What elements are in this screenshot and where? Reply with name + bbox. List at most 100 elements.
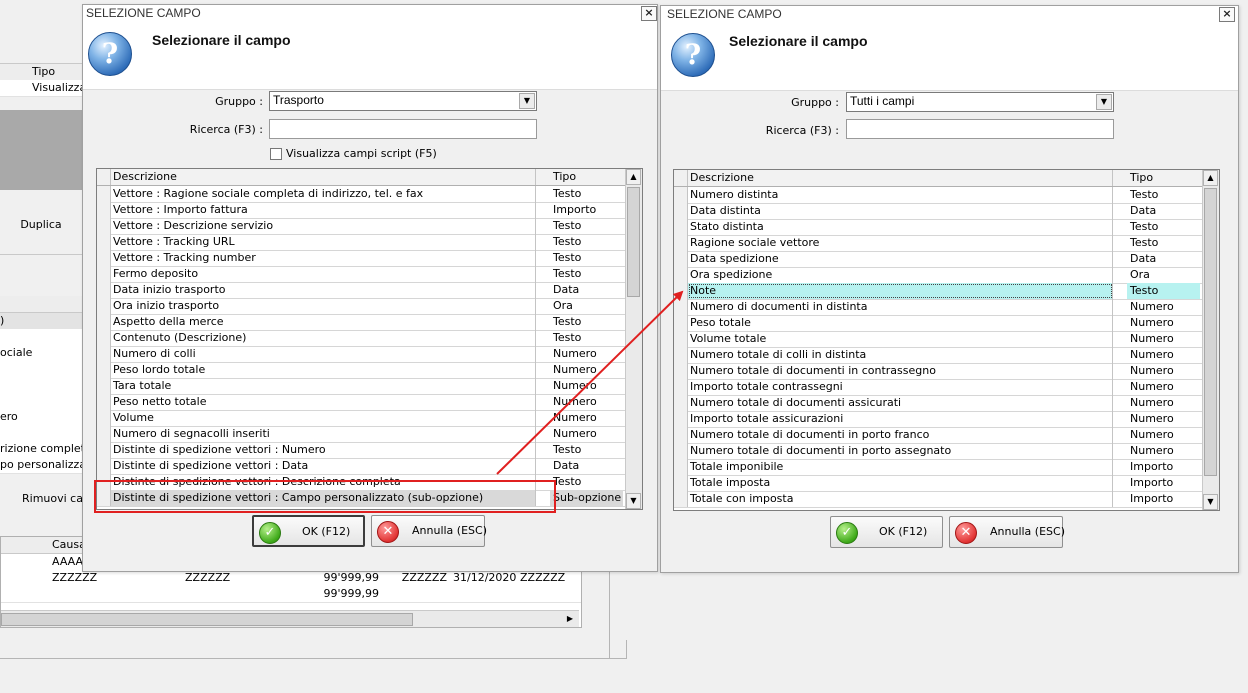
bg-list-row[interactable]: ero — [0, 409, 82, 426]
bg-list-row[interactable] — [0, 377, 82, 394]
table-row[interactable]: Volume totale Numero — [674, 331, 1202, 348]
table-row[interactable]: Data inizio trasporto Data — [97, 282, 625, 299]
cancel-button[interactable]: ✕ Annulla (ESC) — [949, 516, 1065, 548]
row-tipo: Numero — [1130, 316, 1174, 329]
scroll-down-icon[interactable]: ▼ — [1203, 494, 1218, 510]
row-descrizione: Vettore : Ragione sociale completa di in… — [111, 186, 536, 202]
scroll-down-icon[interactable]: ▼ — [626, 493, 641, 509]
table-row[interactable]: Vettore : Ragione sociale completa di in… — [97, 186, 625, 203]
column-header-descrizione[interactable]: Descrizione — [688, 170, 1113, 186]
dialog-header-text: Selezionare il campo — [729, 33, 868, 49]
close-icon[interactable]: × — [1219, 7, 1235, 22]
bg-list-row[interactable] — [0, 361, 82, 378]
bg-list-header — [0, 296, 82, 313]
vertical-scrollbar[interactable]: ▲ ▼ — [1202, 170, 1219, 510]
close-icon[interactable]: × — [641, 6, 657, 21]
table-row[interactable]: Volume Numero — [97, 410, 625, 427]
duplica-button[interactable]: Duplica — [0, 218, 82, 231]
table-row[interactable]: Peso totale Numero — [674, 315, 1202, 332]
row-tipo: Ora — [1130, 268, 1150, 281]
table-row[interactable]: Ora spedizione Ora — [674, 267, 1202, 284]
table-row[interactable]: Numero di documenti in distinta Numero — [674, 299, 1202, 316]
scrollbar-thumb[interactable] — [1204, 188, 1217, 476]
table-row[interactable]: Stato distinta Testo — [674, 219, 1202, 236]
table-row[interactable]: Numero totale di documenti in porto fran… — [674, 427, 1202, 444]
table-row[interactable]: Numero di colli Numero — [97, 346, 625, 363]
table-row[interactable]: Tara totale Numero — [97, 378, 625, 395]
table-row[interactable]: Numero totale di documenti in contrasseg… — [674, 363, 1202, 380]
bg-grid-hscroll-thumb[interactable] — [1, 613, 413, 626]
chevron-down-icon[interactable]: ▼ — [1096, 94, 1112, 110]
table-row[interactable]: Numero totale di documenti assicurati Num… — [674, 395, 1202, 412]
gruppo-label: Gruppo : — [791, 96, 839, 109]
table-row[interactable]: Vettore : Tracking URL Testo — [97, 234, 625, 251]
bg-list-row[interactable] — [0, 329, 82, 346]
ricerca-input[interactable] — [269, 119, 537, 139]
table-row[interactable]: Vettore : Importo fattura Importo — [97, 202, 625, 219]
table-row[interactable]: Contenuto (Descrizione) Testo — [97, 330, 625, 347]
column-header-tipo[interactable]: Tipo — [1127, 170, 1200, 186]
ok-button[interactable]: ✓ OK (F12) — [830, 516, 943, 548]
bg-list-row[interactable]: ) — [0, 313, 82, 330]
chevron-down-icon[interactable]: ▼ — [519, 93, 535, 109]
table-row[interactable]: Aspetto della merce Testo — [97, 314, 625, 331]
table-row[interactable]: Vettore : Tracking number Testo — [97, 250, 625, 267]
row-descrizione: Data spedizione — [688, 251, 1113, 267]
table-row[interactable]: Totale con imposta Importo — [674, 491, 1202, 508]
table-row[interactable]: Numero di segnacolli inseriti Numero — [97, 426, 625, 443]
gruppo-select[interactable]: Tutti i campi ▼ — [846, 92, 1114, 112]
cancel-icon: ✕ — [955, 522, 977, 544]
rimuovi-campo-button[interactable]: Rimuovi cam — [22, 492, 82, 505]
table-row[interactable]: Totale imposta Importo — [674, 475, 1202, 492]
table-row[interactable]: Fermo deposito Testo — [97, 266, 625, 283]
bg-list-row[interactable] — [0, 393, 82, 410]
table-row[interactable]: Numero totale di colli in distinta Numero — [674, 347, 1202, 364]
table-row[interactable]: Distinte di spedizione vettori : Numero T… — [97, 442, 625, 459]
table-row[interactable]: Numero totale di documenti in porto asse… — [674, 443, 1202, 460]
table-row[interactable]: Note Testo — [674, 283, 1202, 300]
bg-list-row[interactable] — [0, 425, 82, 442]
table-row[interactable]: Numero distinta Testo — [674, 187, 1202, 204]
ok-button-label: OK (F12) — [302, 525, 351, 538]
table-row[interactable]: Ora inizio trasporto Ora — [97, 298, 625, 315]
dialog-titlebar[interactable]: SELEZIONE CAMPO × — [83, 5, 657, 22]
table-row[interactable]: Data distinta Data — [674, 203, 1202, 220]
bg-list-row[interactable]: rizione completa — [0, 441, 82, 458]
table-row[interactable]: Importo totale assicurazioni Numero — [674, 411, 1202, 428]
column-header-tipo[interactable]: Tipo — [550, 169, 623, 185]
dialog-titlebar[interactable]: SELEZIONE CAMPO × — [661, 6, 1238, 23]
row-indicator — [97, 234, 111, 250]
bg-grid-hscroll[interactable]: ▶ — [1, 610, 579, 627]
bg-list-row[interactable]: ociale — [0, 345, 82, 362]
scroll-up-icon[interactable]: ▲ — [1203, 170, 1218, 186]
cancel-button[interactable]: ✕ Annulla (ESC) — [371, 515, 487, 547]
table-row[interactable]: Ragione sociale vettore Testo — [674, 235, 1202, 252]
bg-grid-row[interactable]: ZZZZZZ ZZZZZZ 99'999,99 ZZZZZZ 31/12/202… — [1, 570, 581, 587]
scroll-up-icon[interactable]: ▲ — [626, 169, 641, 185]
bg-list-row[interactable]: po personalizzat — [0, 457, 82, 474]
check-icon: ✓ — [836, 522, 858, 544]
row-tipo: Data — [1130, 252, 1157, 265]
bg-grid-cell: 99'999,99 — [323, 587, 379, 600]
table-row[interactable]: Data spedizione Data — [674, 251, 1202, 268]
scroll-right-icon[interactable]: ▶ — [563, 611, 577, 626]
table-row[interactable]: Peso netto totale Numero — [97, 394, 625, 411]
table-row[interactable]: Totale imponibile Importo — [674, 459, 1202, 476]
bg-grid-cell: ZZZZZZ — [520, 571, 566, 584]
bg-row-visualizza[interactable]: Visualizza — [0, 80, 82, 97]
script-fields-checkbox[interactable] — [270, 148, 282, 160]
table-row[interactable]: Peso lordo totale Numero — [97, 362, 625, 379]
row-indicator — [674, 459, 688, 475]
bg-grid-row[interactable]: 99'999,99 — [1, 586, 581, 603]
table-row[interactable]: Vettore : Descrizione servizio Testo — [97, 218, 625, 235]
column-header-descrizione[interactable]: Descrizione — [111, 169, 536, 185]
table-row[interactable]: Importo totale contrassegni Numero — [674, 379, 1202, 396]
ok-button[interactable]: ✓ OK (F12) — [252, 515, 365, 547]
bg-grid-cell: ZZZZZZ — [185, 571, 231, 584]
gruppo-select[interactable]: Trasporto ▼ — [269, 91, 537, 111]
table-row[interactable]: Distinte di spedizione vettori : Data Dat… — [97, 458, 625, 475]
scrollbar-thumb[interactable] — [627, 187, 640, 297]
vertical-scrollbar[interactable]: ▲ ▼ — [625, 169, 642, 509]
ricerca-input[interactable] — [846, 119, 1114, 139]
row-indicator — [674, 299, 688, 315]
